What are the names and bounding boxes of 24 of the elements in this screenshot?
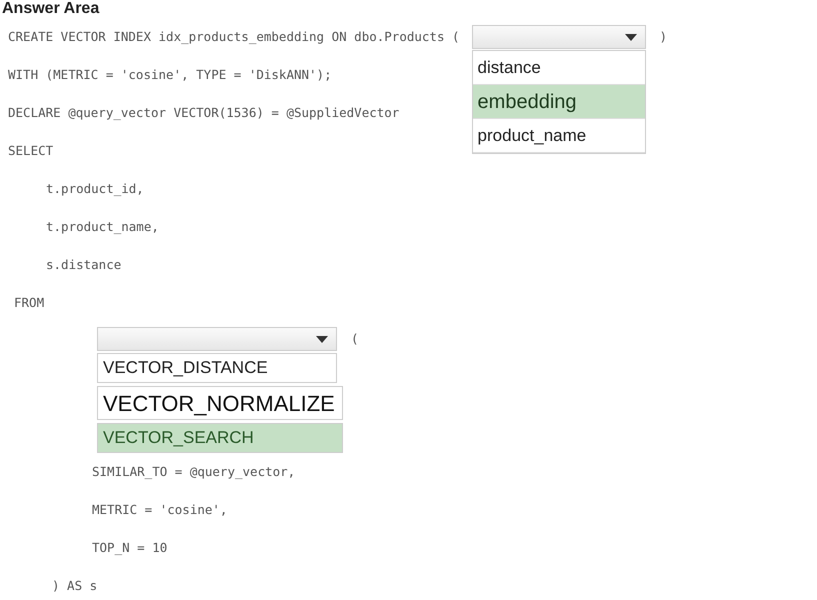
dropdown-option[interactable]: VECTOR_SEARCH bbox=[97, 423, 343, 453]
dropdown-option[interactable]: embedding bbox=[472, 85, 645, 119]
caret-icon bbox=[624, 34, 637, 40]
code-line: ) AS s bbox=[52, 576, 98, 595]
code-line: ( bbox=[351, 330, 359, 348]
code-line: CREATE VECTOR INDEX idx_products_embedding ON dbo.Products ( bbox=[8, 28, 460, 46]
code-line: METRIC = 'cosine', bbox=[92, 500, 228, 519]
code-line: s.distance bbox=[46, 256, 122, 274]
dropdown-option[interactable]: VECTOR_NORMALIZE bbox=[97, 386, 343, 420]
code-line: t.product_id, bbox=[46, 180, 144, 198]
dropdown-option[interactable]: VECTOR_DISTANCE bbox=[97, 353, 337, 383]
code-line: SIMILAR_TO = @query_vector, bbox=[92, 462, 296, 481]
code-line: t.product_name, bbox=[46, 218, 159, 236]
dropdown[interactable] bbox=[97, 327, 337, 351]
code-line: TOP_N = 10 bbox=[92, 538, 168, 557]
code-line: FROM bbox=[14, 294, 44, 312]
dropdown-option[interactable]: product_name bbox=[472, 119, 645, 153]
answer-area-title: Answer Area bbox=[1, 0, 100, 18]
caret-icon bbox=[316, 336, 328, 342]
code-line: DECLARE @query_vector VECTOR(1536) = @SuppliedVector bbox=[8, 104, 400, 122]
code-line: ) bbox=[660, 28, 668, 46]
dropdown[interactable] bbox=[472, 25, 646, 49]
code-line: WITH (METRIC = 'cosine', TYPE = 'DiskANN'); bbox=[8, 66, 332, 84]
code-line: SELECT bbox=[8, 142, 54, 160]
